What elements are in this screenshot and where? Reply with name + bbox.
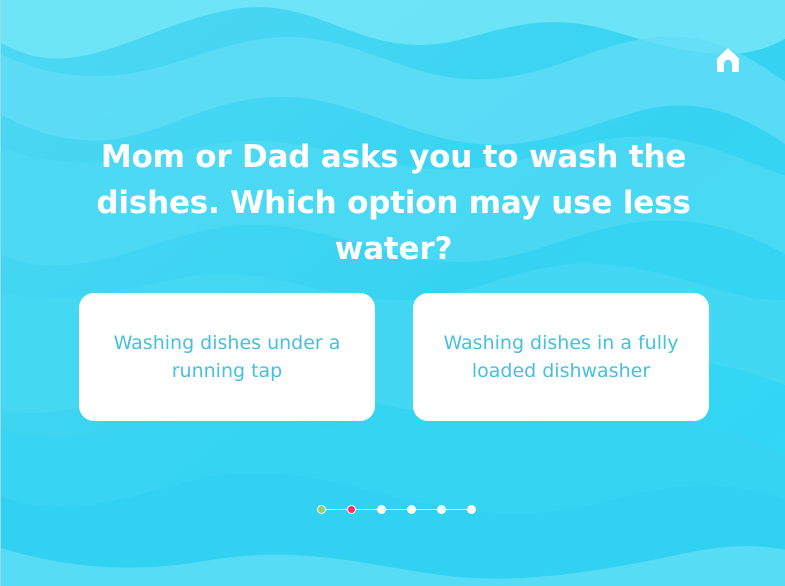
progress-step-2: [347, 505, 356, 514]
progress-indicator: [313, 501, 477, 519]
progress-step-4: [407, 505, 416, 514]
answer-option-dishwasher[interactable]: Washing dishes in a fully loaded dishwas…: [413, 293, 709, 421]
question-text: Mom or Dad asks you to wash the dishes. …: [96, 139, 691, 267]
progress-step-1: [317, 505, 326, 514]
progress-step-5: [437, 505, 446, 514]
progress-step-3: [377, 505, 386, 514]
progress-line: [321, 509, 471, 510]
home-button[interactable]: [713, 44, 743, 74]
answer-option-label: Washing dishes in a fully loaded dishwas…: [443, 332, 679, 382]
answer-option-running-tap[interactable]: Washing dishes under a running tap: [79, 293, 375, 421]
quiz-screen: Mom or Dad asks you to wash the dishes. …: [0, 0, 785, 586]
progress-step-6: [467, 505, 476, 514]
answer-option-label: Washing dishes under a running tap: [113, 332, 341, 382]
home-icon: [717, 48, 739, 72]
